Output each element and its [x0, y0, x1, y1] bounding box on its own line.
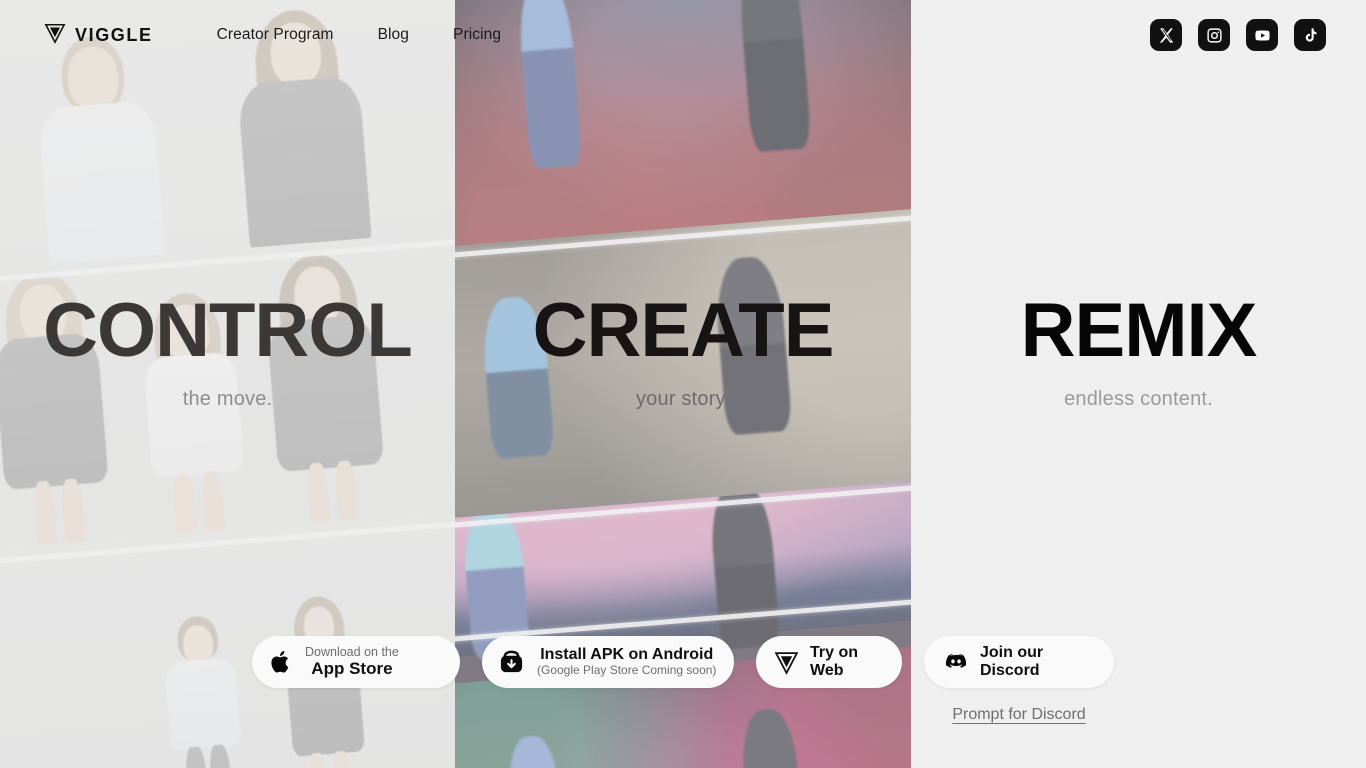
- nav-item-blog[interactable]: Blog: [378, 26, 409, 44]
- figure: [0, 269, 122, 580]
- figure: [32, 34, 168, 279]
- tiktok-icon[interactable]: [1294, 19, 1326, 51]
- main-nav: Creator Program Blog Pricing: [217, 26, 501, 44]
- youtube-icon[interactable]: [1246, 19, 1278, 51]
- app-store-button[interactable]: Download on the App Store: [252, 636, 460, 688]
- site-header: VIGGLE Creator Program Blog Pricing: [0, 0, 1366, 70]
- install-apk-small-label: (Google Play Store Coming soon): [537, 663, 717, 678]
- app-store-labels: Download on the App Store: [305, 645, 399, 678]
- discord-icon: [944, 650, 968, 674]
- try-on-web-label: Try on Web: [810, 644, 859, 679]
- app-store-small-label: Download on the: [305, 645, 399, 660]
- nav-item-creator-program[interactable]: Creator Program: [217, 26, 334, 44]
- social-links: [1150, 19, 1326, 51]
- install-apk-labels: Install APK on Android (Google Play Stor…: [537, 646, 716, 677]
- logo[interactable]: VIGGLE: [44, 22, 153, 49]
- app-store-big-label: App Store: [311, 659, 393, 679]
- figure: [256, 251, 397, 559]
- logo-text: VIGGLE: [75, 24, 153, 45]
- join-discord-label: Join our Discord: [980, 644, 1044, 679]
- x-icon[interactable]: [1150, 19, 1182, 51]
- viggle-triangle-icon: [774, 650, 799, 675]
- install-apk-big-label: Install APK on Android: [540, 646, 714, 664]
- figure: [133, 290, 258, 568]
- instagram-icon[interactable]: [1198, 19, 1230, 51]
- join-discord-button[interactable]: Join our Discord: [924, 636, 1114, 688]
- install-apk-button[interactable]: Install APK on Android (Google Play Stor…: [482, 636, 734, 688]
- download-box-icon: [498, 649, 525, 676]
- viggle-triangle-icon: [44, 22, 66, 49]
- landing-page: VIGGLE Creator Program Blog Pricing CONT…: [0, 0, 1366, 768]
- try-on-web-button[interactable]: Try on Web: [756, 636, 902, 688]
- prompt-for-discord-link[interactable]: Prompt for Discord: [924, 706, 1114, 724]
- nav-item-pricing[interactable]: Pricing: [453, 26, 501, 44]
- cta-row: Download on the App Store Install APK on…: [0, 636, 1366, 688]
- apple-icon: [270, 649, 292, 675]
